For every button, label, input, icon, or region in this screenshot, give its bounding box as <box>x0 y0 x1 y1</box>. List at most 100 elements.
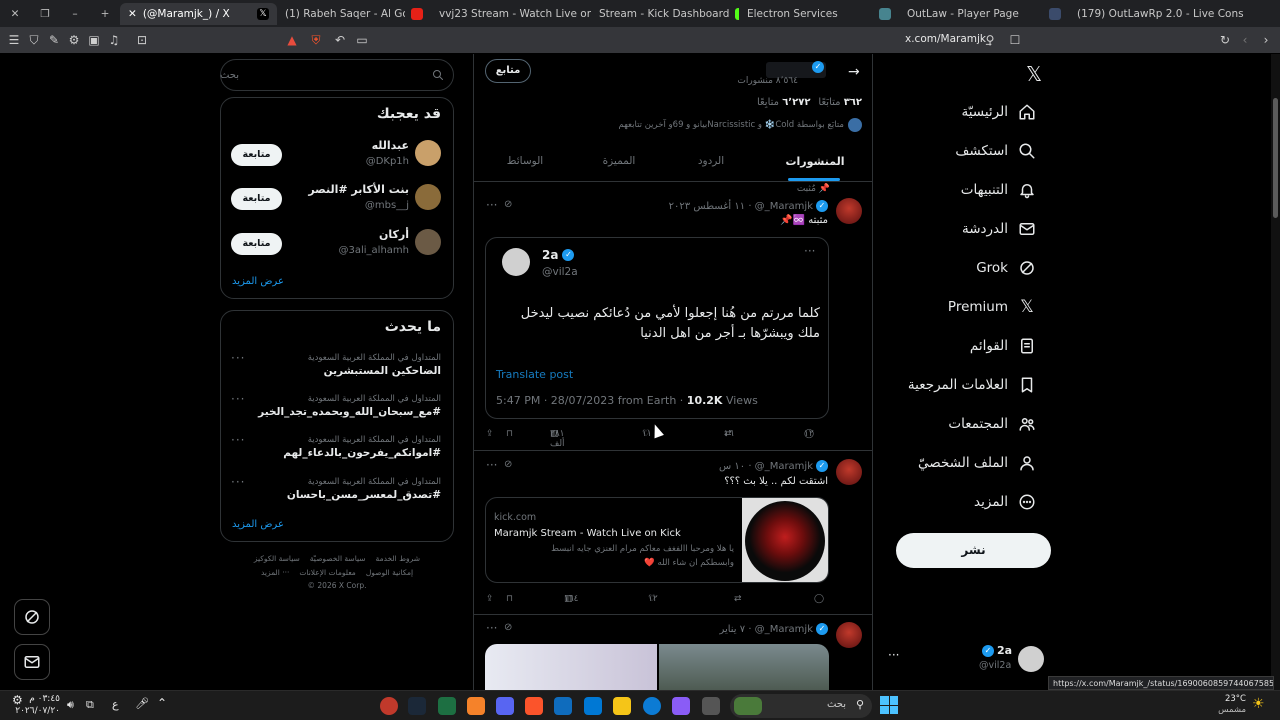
reply-stat[interactable]: ◯ <box>814 594 824 604</box>
grok-icon[interactable]: ⊘ <box>504 459 512 470</box>
windows-start-icon[interactable] <box>880 696 898 714</box>
nav-more[interactable]: المزيد <box>974 485 1036 519</box>
weather-text[interactable]: مشمس <box>1218 705 1246 716</box>
avatar[interactable] <box>502 248 530 276</box>
nav-messages[interactable]: الدردشة <box>962 212 1036 246</box>
cookies-link[interactable]: سياسة الكوكيز <box>254 554 300 563</box>
trend-item[interactable]: المتداول في المملكة العربية السعودية #مع… <box>221 392 453 432</box>
quoted-tweet[interactable]: 2a ✓ @vil2a ··· كلما مررتم من هُنا إجعلو… <box>485 237 829 419</box>
retweet-stat[interactable]: ⇄ ١٦ <box>724 429 734 439</box>
user-name[interactable]: 2a <box>542 248 558 262</box>
more-options-icon[interactable]: ··· <box>888 648 899 662</box>
share-icon[interactable]: ⇪ <box>486 429 494 439</box>
tab-highlights[interactable]: المميزة <box>594 155 644 167</box>
grok-icon[interactable]: ⊘ <box>504 622 512 633</box>
page-scrollbar[interactable] <box>1271 54 1280 690</box>
follow-suggestion[interactable]: أركان @3ali_alhamh متابعة <box>221 225 453 265</box>
share-icon[interactable]: ⇪ <box>486 594 494 604</box>
link-card[interactable]: kick.com Maramjk Stream - Watch Live on … <box>485 497 829 583</box>
extensions-icon[interactable]: ⚙ <box>64 27 84 53</box>
user-name[interactable]: أركان <box>379 228 409 241</box>
more-options-icon[interactable]: ··· <box>231 433 245 447</box>
trend-topic[interactable]: الضاحكين المستبشرين <box>324 365 441 377</box>
tab-kick-dashboard[interactable]: Stream - Kick Dashboard <box>591 3 739 25</box>
brave-app-icon[interactable] <box>525 697 543 715</box>
weather-sun-icon[interactable]: ☀ <box>1252 696 1265 712</box>
privacy-link[interactable]: سياسة الخصوصيّة <box>310 554 366 563</box>
messages-floating-button[interactable] <box>14 644 50 680</box>
more-options-icon[interactable]: ··· <box>804 244 815 258</box>
weather-temp[interactable]: 23°C <box>1218 694 1246 705</box>
like-stat[interactable]: ♡ ١١ <box>642 429 652 439</box>
refresh-icon[interactable]: ↻ <box>1215 27 1235 53</box>
tweet-header[interactable]: Maramjk_@ · ١٠ س <box>719 461 813 472</box>
avatar[interactable] <box>836 459 862 485</box>
bookmark-icon[interactable]: ⊓ <box>506 429 513 439</box>
grok-floating-button[interactable] <box>14 599 50 635</box>
new-tab-button[interactable]: + <box>90 0 120 27</box>
nav-bookmarks[interactable]: العلامات المرجعية <box>908 368 1036 402</box>
volume-icon[interactable]: 🔊︎ <box>67 698 74 712</box>
tab-posts[interactable]: المنشورات <box>780 155 850 168</box>
back-arrow-icon[interactable]: ‹ <box>1235 27 1255 53</box>
restore-window-icon[interactable]: ❐ <box>30 0 60 27</box>
copilot-app-icon[interactable] <box>672 697 690 715</box>
obs-app-icon[interactable] <box>380 697 398 715</box>
nav-explore[interactable]: استكشف <box>955 134 1036 168</box>
nav-grok[interactable]: Grok <box>976 251 1036 285</box>
more-options-icon[interactable]: ··· <box>486 198 497 212</box>
more-link[interactable]: ··· المزيد <box>261 568 289 577</box>
translate-post-link[interactable]: Translate post <box>496 368 573 381</box>
more-options-icon[interactable]: ··· <box>486 621 497 635</box>
tab-x-profile[interactable]: ✕ (@Maramjk_) / X 𝕏 <box>120 2 277 25</box>
reload-page-icon[interactable]: ↶ <box>330 27 350 53</box>
views-stat[interactable]: ▥ ١٦٤ <box>564 594 579 604</box>
task-view-icon[interactable] <box>702 697 720 715</box>
forward-arrow-icon[interactable]: › <box>1256 27 1276 53</box>
followed-by-text[interactable]: متابَع بواسطة Cold❄️ و Narcissisticبيانو… <box>618 120 844 130</box>
arc-app-icon[interactable] <box>467 697 485 715</box>
avatar[interactable] <box>415 229 441 255</box>
retweet-stat[interactable]: ⇄ <box>734 594 742 604</box>
link-card-image[interactable] <box>742 498 828 582</box>
shield-icon[interactable]: ⛉ <box>24 27 44 53</box>
trend-topic[interactable]: #مع_سبحان_الله_وبحمده_تجد_الخير <box>258 406 441 418</box>
brave-shield-icon[interactable]: ⛨ <box>306 27 326 53</box>
trend-topic[interactable]: #اموانكم_يفرحون_بالدعاء_لهم <box>283 447 441 459</box>
trend-item[interactable]: المتداول في المملكة العربية السعودية الض… <box>221 351 453 391</box>
tweet-image[interactable] <box>659 644 829 690</box>
screenshot-icon[interactable]: ⊡ <box>132 27 152 53</box>
accessibility-link[interactable]: إمكانية الوصول <box>366 568 413 577</box>
trend-topic[interactable]: #تصدق_لمعسر_مسن_باحسان <box>287 489 441 501</box>
nav-home[interactable]: الرئيسيّة <box>962 95 1037 129</box>
close-window-icon[interactable]: ✕ <box>0 0 30 27</box>
following-button[interactable]: متابع <box>485 59 531 83</box>
user-name[interactable]: عبدالله <box>372 139 409 152</box>
nav-profile[interactable]: الملف الشخصيّ <box>918 446 1036 480</box>
minimize-window-icon[interactable]: – <box>60 0 90 27</box>
reply-stat[interactable]: ◯ ١٢ <box>804 429 814 439</box>
bookmark-page-icon[interactable]: ☐ <box>1005 27 1025 53</box>
scrollbar-thumb[interactable] <box>1273 98 1278 218</box>
more-options-icon[interactable]: ··· <box>231 475 245 489</box>
bookmark-icon[interactable]: ⊓ <box>506 594 513 604</box>
outlook-app-icon[interactable] <box>554 697 572 715</box>
tab-electron[interactable]: Electron Services <box>739 3 899 25</box>
wallet-icon[interactable]: ✎ <box>44 27 64 53</box>
site-settings-icon[interactable]: ⚲ <box>980 27 1000 53</box>
cast-icon[interactable]: ▭ <box>352 27 372 53</box>
account-switcher[interactable]: ··· ✓ 2a @vil2a <box>886 640 1046 680</box>
music-icon[interactable]: ♫ <box>104 27 124 53</box>
clock-time[interactable]: ٠٣:٤٥ م <box>28 693 60 705</box>
chevron-up-icon[interactable]: ⌃ <box>157 696 167 710</box>
x-logo-icon[interactable]: 𝕏 <box>1022 62 1046 86</box>
brave-rewards-icon[interactable]: ▲ <box>282 27 302 53</box>
clock-date[interactable]: ٢٠٢٦/٠٧/٢٠ <box>15 705 60 717</box>
more-options-icon[interactable]: ··· <box>486 458 497 472</box>
grok-icon[interactable]: ⊘ <box>504 199 512 210</box>
nav-communities[interactable]: المجتمعات <box>948 407 1036 441</box>
follow-suggestion[interactable]: عبدالله @DKp1h متابعة <box>221 136 453 176</box>
discord-app-icon[interactable] <box>496 697 514 715</box>
tab-youtube[interactable]: (1) Rabeh Saqer - Al Gomar | Lyr <box>277 3 431 25</box>
store-app-icon[interactable] <box>584 697 602 715</box>
